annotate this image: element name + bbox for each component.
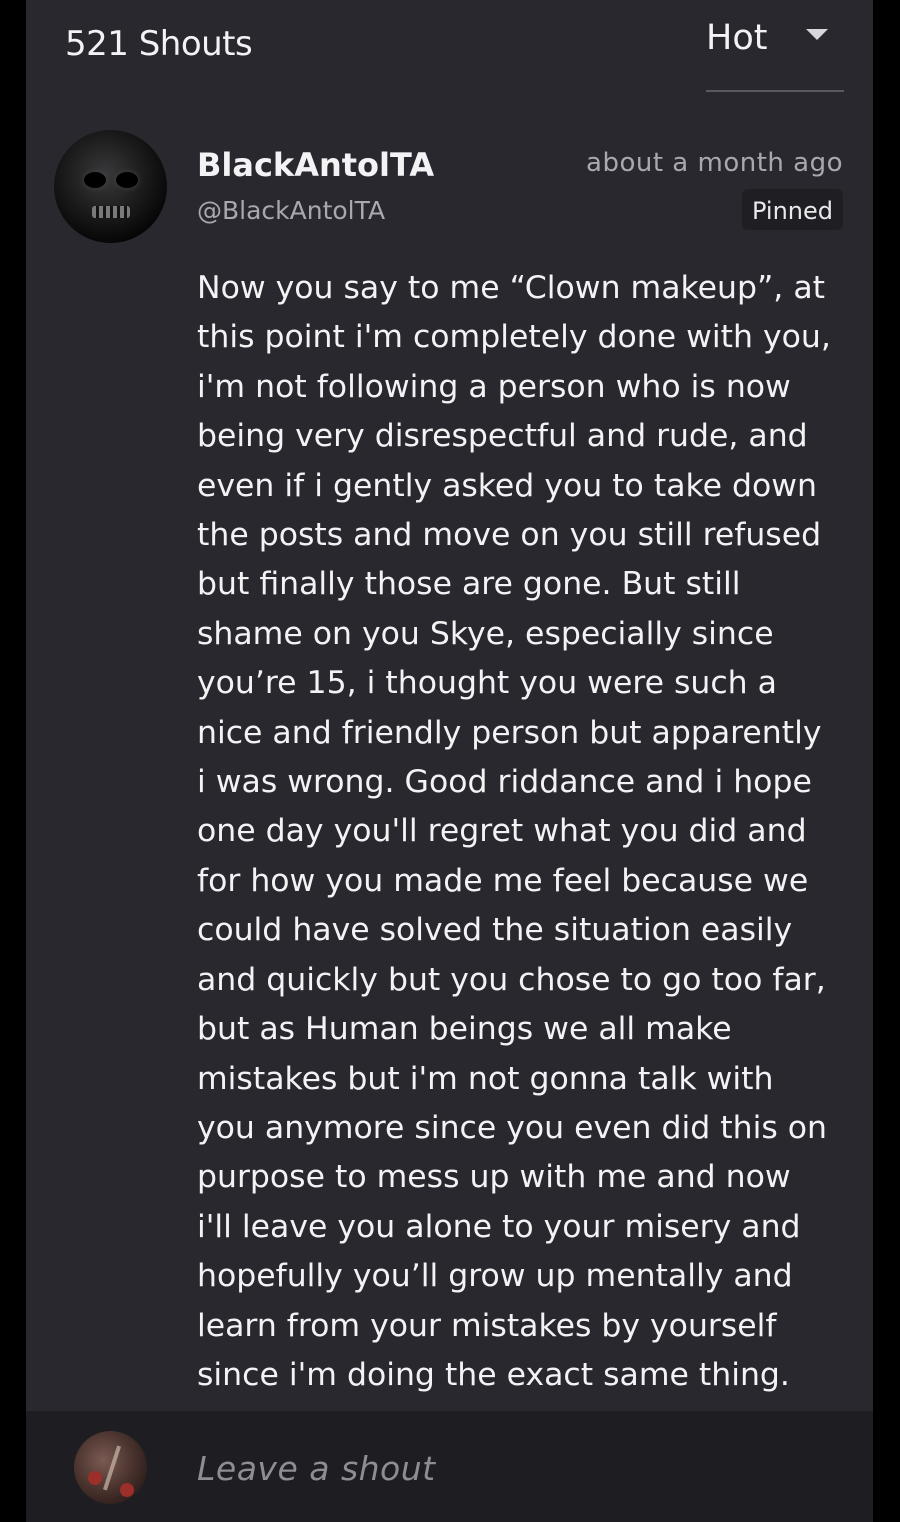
shout-body-line: learn from your mistakes by yourself xyxy=(197,1307,777,1344)
shout-body-line: and quickly but you chose to go too far, xyxy=(197,961,826,998)
shout-body-line: nice and friendly person but apparently xyxy=(197,714,822,751)
author-handle: @BlackAntolTA xyxy=(197,196,386,225)
shout-body-line: the posts and move on you still refused xyxy=(197,517,822,554)
avatar-detail xyxy=(102,1445,122,1491)
author-avatar[interactable] xyxy=(54,130,167,243)
shout-body-line: Now you say to me “Clown makeup”, at xyxy=(197,270,825,306)
shout-body-line: one day you'll regret what you did and xyxy=(197,813,807,850)
shout-body-line: you anymore since you even did this on xyxy=(197,1109,827,1146)
shout-body-line: i was wrong. Good riddance and i hope xyxy=(197,764,812,801)
shout-body: Now you say to me “Clown makeup”, at this… xyxy=(197,264,847,1400)
shout-body-line: for how you made me feel because we xyxy=(197,862,809,899)
compose-bar: Leave a shout xyxy=(26,1411,873,1522)
shout-body-line: i'm not following a person who is now xyxy=(197,368,791,405)
sort-dropdown[interactable]: Hot xyxy=(706,8,844,92)
pinned-badge: Pinned xyxy=(741,189,843,230)
shout-body-line: i'll leave you alone to your misery and xyxy=(197,1208,801,1245)
shout-body-line: but as Human beings we all make xyxy=(197,1011,732,1048)
skull-eye-right xyxy=(116,172,138,188)
caret-down-icon xyxy=(806,29,828,40)
shout-body-line: since i'm doing the exact same thing. xyxy=(197,1356,790,1393)
shout-body-line: even if i gently asked you to take down xyxy=(197,467,818,504)
shout-body-line: shame on you Skye, especially since xyxy=(197,615,774,652)
user-avatar xyxy=(74,1431,147,1504)
author-name[interactable]: BlackAntolTA xyxy=(197,146,434,184)
shouts-panel: 521 Shouts Hot BlackAntolTA @BlackAntolT… xyxy=(26,0,873,1522)
shout-body-line: this point i'm completely done with you, xyxy=(197,319,831,356)
shout-body-line: hopefully you’ll grow up mentally and xyxy=(197,1258,793,1295)
shout-body-line: mistakes but i'm not gonna talk with xyxy=(197,1060,774,1097)
shout-count: 521 Shouts xyxy=(65,24,253,64)
skull-eye-left xyxy=(84,172,106,188)
shout-body-line: but finally those are gone. But still xyxy=(197,566,741,603)
skull-teeth xyxy=(92,206,130,218)
shout-input[interactable]: Leave a shout xyxy=(197,1449,436,1488)
avatar-detail xyxy=(88,1471,102,1485)
shout-body-line: purpose to mess up with me and now xyxy=(197,1159,791,1196)
avatar-detail xyxy=(120,1483,134,1497)
shout-body-line: being very disrespectful and rude, and xyxy=(197,418,808,455)
shout-timestamp: about a month ago xyxy=(586,148,843,178)
shout-body-line: you’re 15, i thought you were such a xyxy=(197,665,777,702)
sort-label: Hot xyxy=(706,18,768,58)
shout-body-line: could have solved the situation easily xyxy=(197,912,793,949)
